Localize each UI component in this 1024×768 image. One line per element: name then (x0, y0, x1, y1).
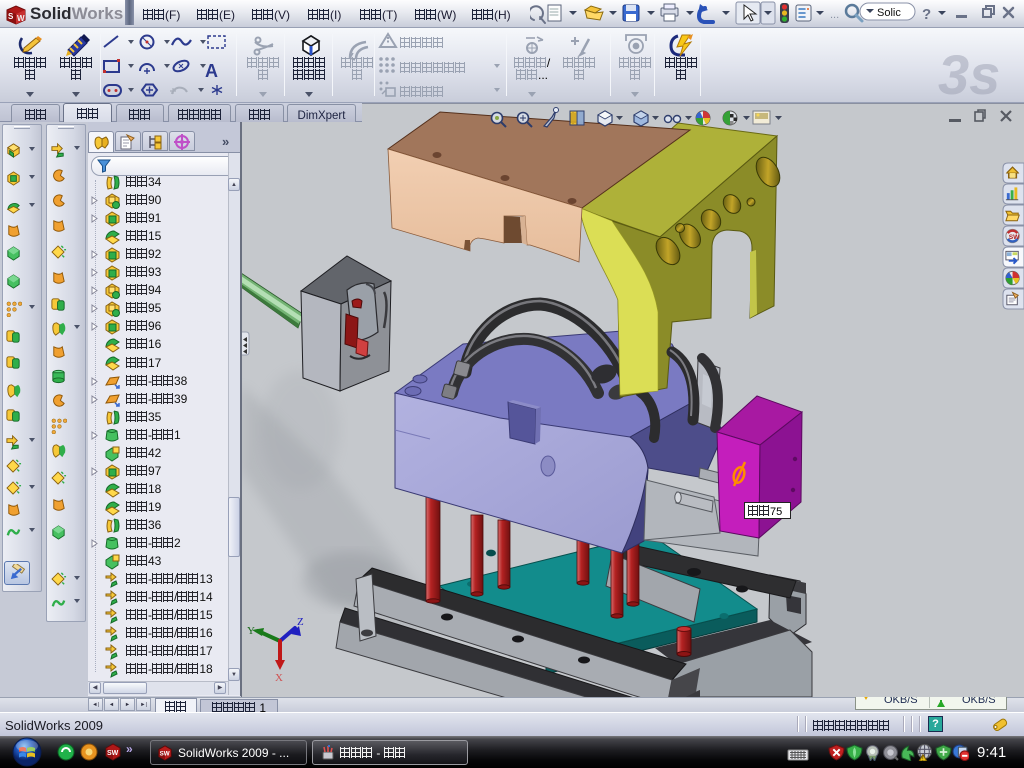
svg-text:W: W (17, 14, 25, 23)
svg-text:SW: SW (107, 750, 119, 757)
svg-text:!: ! (922, 757, 923, 761)
svg-text:?: ? (922, 6, 931, 23)
svg-text:...: ... (830, 9, 839, 21)
svg-text:SW: SW (1009, 234, 1020, 241)
svg-text:Y: Y (247, 625, 255, 637)
svg-text:»: » (126, 742, 133, 756)
svg-text:A: A (205, 61, 218, 81)
svg-text:X: X (275, 672, 283, 684)
svg-text:SW: SW (160, 751, 170, 758)
svg-text:S: S (8, 12, 14, 21)
svg-text:Solic: Solic (877, 7, 901, 19)
svg-text:Z: Z (297, 616, 304, 628)
